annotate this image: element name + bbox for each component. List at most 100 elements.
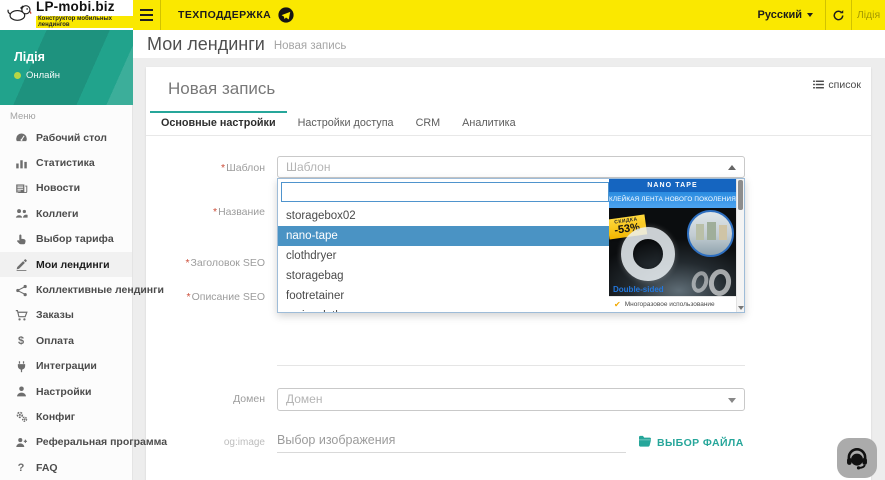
sidebar-item-label: Новости (36, 182, 80, 194)
choose-file-button[interactable]: ВЫБОР ФАЙЛА (638, 434, 744, 452)
sidebar-item-label: Настройки (36, 386, 91, 398)
logo-title: LP-mobi.biz (36, 0, 133, 13)
sidebar-item[interactable]: Конфиг (0, 404, 132, 429)
topbar-username[interactable]: Лідія (851, 0, 885, 30)
online-status-label: Онлайн (26, 70, 60, 81)
template-option[interactable]: storagebag (278, 266, 611, 286)
sidebar-item[interactable]: Новости (0, 176, 132, 201)
colleagues-icon (13, 207, 29, 221)
template-search-input[interactable] (281, 182, 609, 202)
sidebar-item-label: Оплата (36, 335, 74, 347)
template-dropdown-list: storagebox02nano-tapeclothdryerstorageba… (278, 179, 611, 312)
top-bar: LP-mobi.biz Конструктор мобильных лендин… (0, 0, 885, 30)
sidebar-item[interactable]: ?FAQ (0, 455, 132, 480)
sidebar-item-label: Реферальная программа (36, 436, 167, 448)
sidebar-item[interactable]: Рабочий стол (0, 125, 132, 150)
sidebar-item-label: Коллеги (36, 208, 78, 220)
landings-icon (13, 258, 29, 272)
field-underline (277, 365, 745, 366)
list-view-label: список (828, 79, 861, 91)
preview-scrollbar-thumb[interactable] (738, 180, 743, 210)
refresh-button[interactable] (825, 0, 851, 30)
main-area: Мои лендинги Новая запись список Новая з… (133, 30, 885, 480)
template-preview-image: NANO TAPE КЛЕЙКАЯ ЛЕНТА НОВОГО ПОКОЛЕНИЯ… (609, 179, 736, 312)
tab-bar: Основные настройкиНастройки доступаCRMАн… (146, 111, 871, 136)
template-select-placeholder: Шаблон (278, 157, 744, 178)
language-selector[interactable]: Русский (746, 0, 825, 30)
faq-icon: ? (13, 461, 29, 475)
template-select[interactable]: Шаблон (277, 156, 745, 178)
sidebar-item[interactable]: Настройки (0, 379, 132, 404)
tab[interactable]: Аналитика (451, 111, 526, 135)
sidebar-item[interactable]: Мои лендинги (0, 252, 132, 277)
domain-select[interactable]: Домен (277, 388, 745, 411)
sidebar-toggle-button[interactable] (133, 0, 161, 30)
sidebar-item[interactable]: Статистика (0, 150, 132, 175)
sidebar: Лідія Онлайн Меню Рабочий столСтатистика… (0, 30, 133, 480)
share-icon (13, 283, 29, 297)
ogimage-input[interactable]: Выбор изображения (277, 433, 395, 447)
dashboard-icon (13, 131, 29, 145)
language-label: Русский (758, 9, 802, 21)
sidebar-menu: Рабочий столСтатистика Новости Коллеги Выбо… (0, 125, 132, 480)
tab[interactable]: CRM (405, 111, 452, 135)
settings-icon (13, 385, 29, 399)
required-mark: * (213, 206, 217, 218)
folder-icon (638, 434, 652, 452)
check-icon: ✔ (614, 300, 621, 309)
sidebar-item[interactable]: Реферальная программа (0, 430, 132, 455)
seo-title-field-label: *Заголовок SEO (146, 257, 265, 269)
preview-inset-photo (687, 210, 734, 257)
sidebar-item[interactable]: Коллективные лендинги (0, 277, 132, 302)
template-field-label: *Шаблон (146, 162, 265, 174)
card-title: Новая запись (168, 79, 275, 99)
sidebar-item[interactable]: Выбор тарифа (0, 227, 132, 252)
template-option[interactable]: footretainer (278, 286, 611, 306)
template-option[interactable]: storagebox02 (278, 206, 611, 226)
news-icon (13, 181, 29, 195)
template-option[interactable]: springclothes (278, 306, 611, 313)
new-record-card: список Новая запись Основные настройкиНа… (146, 67, 871, 480)
sidebar-item-label: Заказы (36, 309, 74, 321)
page-title: Мои лендинги (147, 34, 265, 55)
sidebar-item[interactable]: Заказы (0, 303, 132, 328)
headset-icon (844, 445, 870, 471)
template-preview-panel: NANO TAPE КЛЕЙКАЯ ЛЕНТА НОВОГО ПОКОЛЕНИЯ… (609, 179, 744, 312)
breadcrumb: Новая запись (274, 40, 347, 52)
list-icon (813, 76, 824, 94)
list-view-button[interactable]: список (813, 76, 861, 94)
tab[interactable]: Настройки доступа (287, 111, 405, 135)
domain-select-placeholder: Домен (278, 389, 744, 410)
sidebar-item[interactable]: Коллеги (0, 201, 132, 226)
sidebar-user-panel: Лідія Онлайн (0, 30, 133, 105)
logo[interactable]: LP-mobi.biz Конструктор мобильных лендин… (0, 0, 133, 30)
domain-field-label: Домен (146, 393, 265, 405)
stats-icon (13, 156, 29, 170)
tariff-icon (13, 232, 29, 246)
tech-support-label: ТЕХПОДДЕРЖКА (178, 9, 271, 21)
required-mark: * (187, 291, 191, 303)
tab[interactable]: Основные настройки (150, 111, 287, 135)
sidebar-user-name: Лідія (14, 50, 45, 64)
tech-support-link[interactable]: ТЕХПОДДЕРЖКА (178, 0, 294, 30)
config-icon (13, 410, 29, 424)
preview-product-photo: СКИДКА -53% Double-sided (609, 208, 736, 296)
preview-scrollbar[interactable] (736, 179, 744, 312)
tape-roll-graphic (621, 227, 675, 281)
sidebar-item[interactable]: Интеграции (0, 354, 132, 379)
template-dropdown: storagebox02nano-tapeclothdryerstorageba… (277, 178, 745, 313)
chevron-up-icon (728, 165, 736, 170)
template-option[interactable]: clothdryer (278, 246, 611, 266)
scroll-down-arrow-icon (738, 306, 744, 310)
logo-dog-icon (6, 2, 32, 29)
refresh-icon (832, 9, 845, 22)
template-option[interactable]: nano-tape (278, 226, 611, 246)
referral-icon (13, 435, 29, 449)
support-chat-widget[interactable] (837, 438, 877, 478)
choose-file-label: ВЫБОР ФАЙЛА (657, 437, 744, 449)
sidebar-item[interactable]: $ Оплата (0, 328, 132, 353)
orders-icon (13, 308, 29, 322)
preview-title: NANO TAPE (609, 179, 736, 192)
payment-icon: $ (13, 334, 29, 348)
required-mark: * (185, 257, 189, 269)
